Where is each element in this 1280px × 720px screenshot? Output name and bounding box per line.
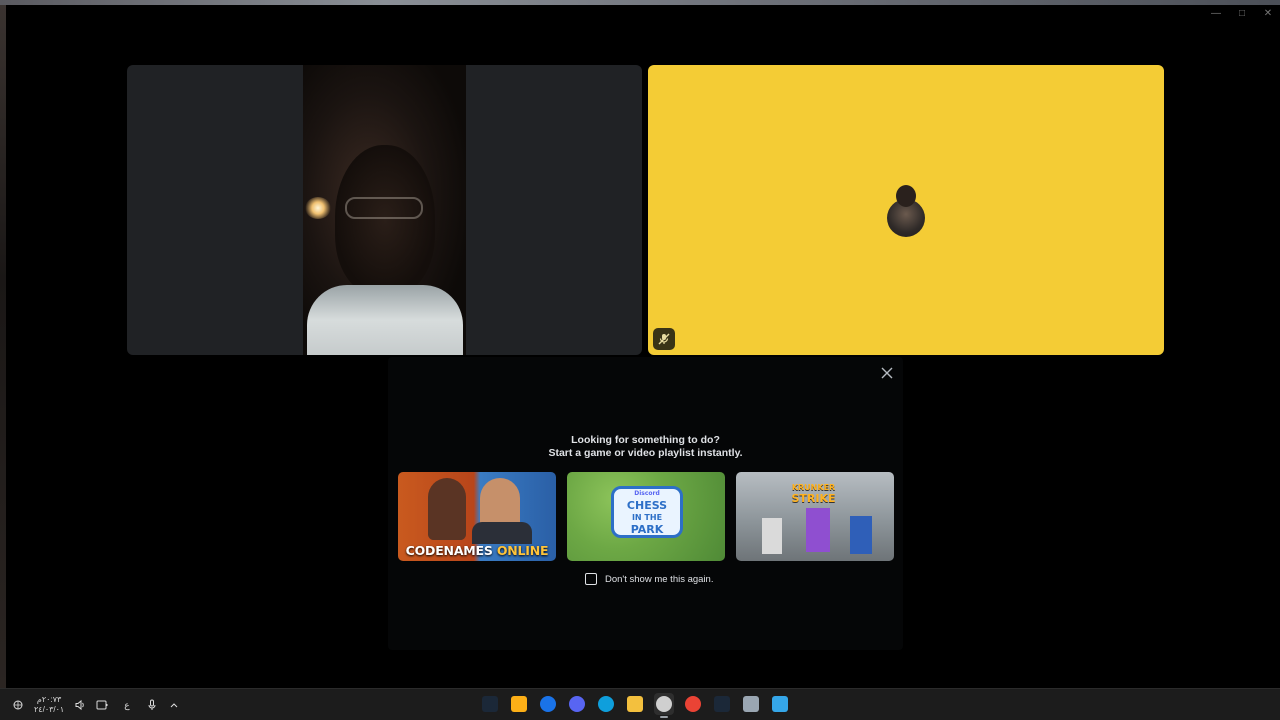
chess-logo-line1: CHESS (626, 499, 668, 512)
language-indicator[interactable]: ع (118, 700, 135, 711)
avatar[interactable] (887, 185, 925, 237)
camera-person-shirt (307, 285, 463, 355)
codenames-label-brand: CODENAMES (405, 543, 493, 558)
taskbar-edge-button[interactable] (596, 693, 616, 715)
camera-feed (303, 65, 466, 355)
taskbar-rockstar-button[interactable] (509, 693, 529, 715)
system-tray: ٢٠:٧٣م ٢٤/٠٣/٠١ ع (12, 695, 180, 715)
maximize-icon[interactable]: □ (1236, 7, 1248, 19)
taskbar-file-explorer-button[interactable] (625, 693, 645, 715)
camera-person-head (335, 145, 435, 295)
volume-icon[interactable] (74, 699, 86, 711)
mic-muted-icon (653, 328, 675, 350)
file-explorer-icon (627, 696, 643, 712)
taskbar-steam-2-button[interactable] (712, 693, 732, 715)
network-icon[interactable] (12, 699, 24, 711)
codenames-character-1 (428, 478, 466, 540)
rockstar-icon (511, 696, 527, 712)
activity-prompt-text: Looking for something to do? Start a gam… (388, 434, 903, 460)
steam-2-icon (714, 696, 730, 712)
windows-start-icon (772, 696, 788, 712)
avatar-head (896, 185, 916, 207)
clock[interactable]: ٢٠:٧٣م ٢٤/٠٣/٠١ (34, 695, 64, 715)
battery-icon[interactable] (96, 699, 108, 711)
steam-icon (482, 696, 498, 712)
dont-show-again-option[interactable]: Don't show me this again. (585, 573, 713, 585)
taskbar-steam-button[interactable] (480, 693, 500, 715)
codenames-label: CODENAMES ONLINE (398, 543, 556, 558)
chrome-icon (685, 696, 701, 712)
chess-logo: Discord CHESS IN THE PARK (611, 486, 683, 538)
taskbar-discord-button[interactable] (567, 693, 587, 715)
video-tile-camera[interactable] (127, 65, 642, 355)
activity-card-codenames[interactable]: CODENAMES ONLINE (398, 472, 556, 561)
edge-icon (598, 696, 614, 712)
edge-beta-icon (540, 696, 556, 712)
dont-show-again-label: Don't show me this again. (605, 573, 714, 585)
window-controls: — □ ✕ (1210, 7, 1274, 19)
krunker-title-line2: STRIKE (791, 492, 836, 505)
close-icon[interactable] (879, 365, 895, 381)
krunker-character-3 (762, 518, 782, 554)
codenames-label-highlight: ONLINE (496, 543, 549, 558)
mic-icon[interactable] (146, 699, 158, 711)
activity-cards: CODENAMES ONLINE Discord CHESS IN THE PA… (398, 472, 894, 561)
activity-card-chess[interactable]: Discord CHESS IN THE PARK (567, 472, 725, 561)
krunker-title: KRUNKER STRIKE (776, 482, 851, 504)
activity-prompt-line2: Start a game or video playlist instantly… (548, 447, 743, 459)
activity-prompt: Looking for something to do? Start a gam… (388, 357, 903, 650)
minimize-icon[interactable]: — (1210, 7, 1222, 19)
clock-app-icon (656, 696, 672, 712)
taskbar-settings-button[interactable] (741, 693, 761, 715)
camera-light (305, 197, 331, 219)
activity-card-krunker[interactable]: KRUNKER STRIKE (736, 472, 894, 561)
discord-icon (569, 696, 585, 712)
krunker-character-2 (850, 516, 872, 554)
krunker-character-1 (806, 508, 830, 552)
activity-prompt-line1: Looking for something to do? (571, 434, 720, 446)
clock-date: ٢٤/٠٣/٠١ (34, 705, 65, 714)
dont-show-again-checkbox[interactable] (585, 573, 597, 585)
camera-person-glasses (345, 197, 423, 219)
taskbar-apps (480, 693, 790, 718)
video-tile-voice[interactable] (648, 65, 1164, 355)
taskbar: ٢٠:٧٣م ٢٤/٠٣/٠١ ع (0, 688, 1280, 720)
close-window-icon[interactable]: ✕ (1262, 7, 1274, 19)
chevron-up-icon[interactable] (168, 699, 180, 711)
taskbar-edge-beta-button[interactable] (538, 693, 558, 715)
taskbar-chrome-button[interactable] (683, 693, 703, 715)
codenames-suit (472, 522, 532, 544)
chess-logo-line3: PARK (630, 523, 664, 536)
taskbar-windows-start-button[interactable] (770, 693, 790, 715)
taskbar-clock-app-button[interactable] (654, 693, 674, 718)
settings-icon (743, 696, 759, 712)
clock-time: ٢٠:٧٣م (36, 695, 62, 704)
